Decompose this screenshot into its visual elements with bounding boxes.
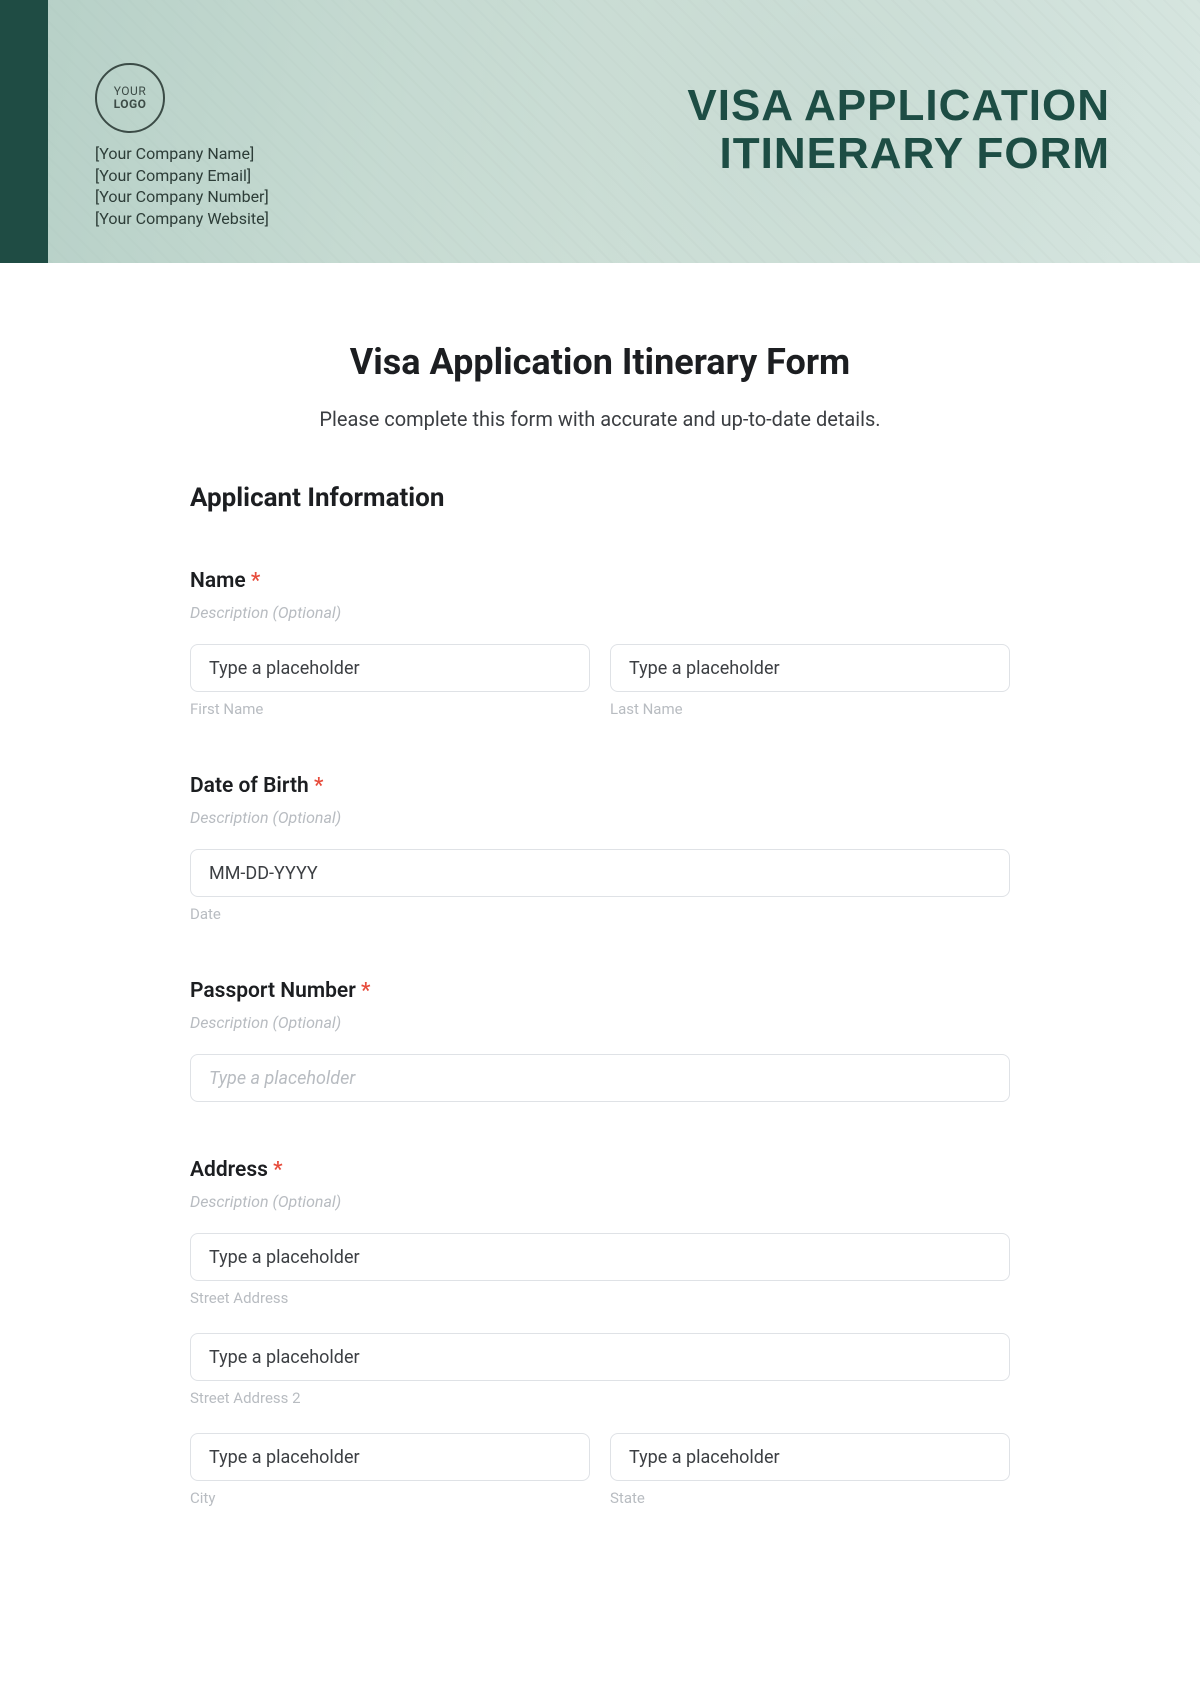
- input-placeholder: Type a placeholder: [629, 1447, 780, 1468]
- field-passport-description: Description (Optional): [190, 1013, 1010, 1032]
- required-mark: *: [361, 979, 370, 1003]
- state-input[interactable]: Type a placeholder: [610, 1433, 1010, 1481]
- field-address: Address * Description (Optional) Type a …: [190, 1158, 1010, 1507]
- last-name-sublabel: Last Name: [610, 700, 1010, 718]
- form-title: Visa Application Itinerary Form: [190, 341, 1010, 383]
- dob-input[interactable]: MM-DD-YYYY: [190, 849, 1010, 897]
- label-text: Address: [190, 1158, 268, 1182]
- dob-sublabel: Date: [190, 905, 1010, 923]
- field-dob-label: Date of Birth *: [190, 774, 1010, 798]
- input-placeholder: Type a placeholder: [209, 658, 360, 679]
- field-passport-label: Passport Number *: [190, 979, 1010, 1003]
- input-placeholder: Type a placeholder: [209, 1447, 360, 1468]
- field-dob: Date of Birth * Description (Optional) M…: [190, 774, 1010, 923]
- banner-title-line1: VISA APPLICATION: [687, 82, 1110, 130]
- input-placeholder: Type a placeholder: [209, 1247, 360, 1268]
- field-address-description: Description (Optional): [190, 1192, 1010, 1211]
- field-dob-description: Description (Optional): [190, 808, 1010, 827]
- company-name: [Your Company Name]: [95, 143, 269, 165]
- form-subtitle: Please complete this form with accurate …: [190, 407, 1010, 431]
- street-address-input[interactable]: Type a placeholder: [190, 1233, 1010, 1281]
- field-name-label: Name *: [190, 569, 1010, 593]
- first-name-input[interactable]: Type a placeholder: [190, 644, 590, 692]
- logo-placeholder: YOUR LOGO: [95, 63, 165, 133]
- company-email: [Your Company Email]: [95, 165, 269, 187]
- banner-accent-bar: [0, 0, 48, 263]
- company-block: YOUR LOGO [Your Company Name] [Your Comp…: [95, 63, 269, 229]
- city-sublabel: City: [190, 1489, 590, 1507]
- form-body: Visa Application Itinerary Form Please c…: [190, 263, 1010, 1507]
- field-name: Name * Description (Optional) Type a pla…: [190, 569, 1010, 718]
- first-name-sublabel: First Name: [190, 700, 590, 718]
- banner-title-line2: ITINERARY FORM: [687, 130, 1110, 178]
- input-placeholder: MM-DD-YYYY: [209, 863, 318, 884]
- company-number: [Your Company Number]: [95, 186, 269, 208]
- field-passport: Passport Number * Description (Optional)…: [190, 979, 1010, 1102]
- field-name-description: Description (Optional): [190, 603, 1010, 622]
- label-text: Passport Number: [190, 979, 356, 1003]
- label-text: Date of Birth: [190, 774, 309, 798]
- required-mark: *: [251, 569, 260, 593]
- field-address-label: Address *: [190, 1158, 1010, 1182]
- section-applicant-information: Applicant Information: [190, 483, 1010, 513]
- required-mark: *: [314, 774, 323, 798]
- street-address-sublabel: Street Address: [190, 1289, 1010, 1307]
- last-name-input[interactable]: Type a placeholder: [610, 644, 1010, 692]
- city-input[interactable]: Type a placeholder: [190, 1433, 590, 1481]
- input-placeholder: Type a placeholder: [209, 1068, 355, 1089]
- required-mark: *: [273, 1158, 282, 1182]
- input-placeholder: Type a placeholder: [209, 1347, 360, 1368]
- passport-input[interactable]: Type a placeholder: [190, 1054, 1010, 1102]
- company-website: [Your Company Website]: [95, 208, 269, 230]
- header-banner: YOUR LOGO [Your Company Name] [Your Comp…: [0, 0, 1200, 263]
- state-sublabel: State: [610, 1489, 1010, 1507]
- street-address-2-sublabel: Street Address 2: [190, 1389, 1010, 1407]
- banner-title: VISA APPLICATION ITINERARY FORM: [687, 82, 1110, 179]
- label-text: Name: [190, 569, 246, 593]
- logo-text-line2: LOGO: [114, 98, 147, 111]
- input-placeholder: Type a placeholder: [629, 658, 780, 679]
- street-address-2-input[interactable]: Type a placeholder: [190, 1333, 1010, 1381]
